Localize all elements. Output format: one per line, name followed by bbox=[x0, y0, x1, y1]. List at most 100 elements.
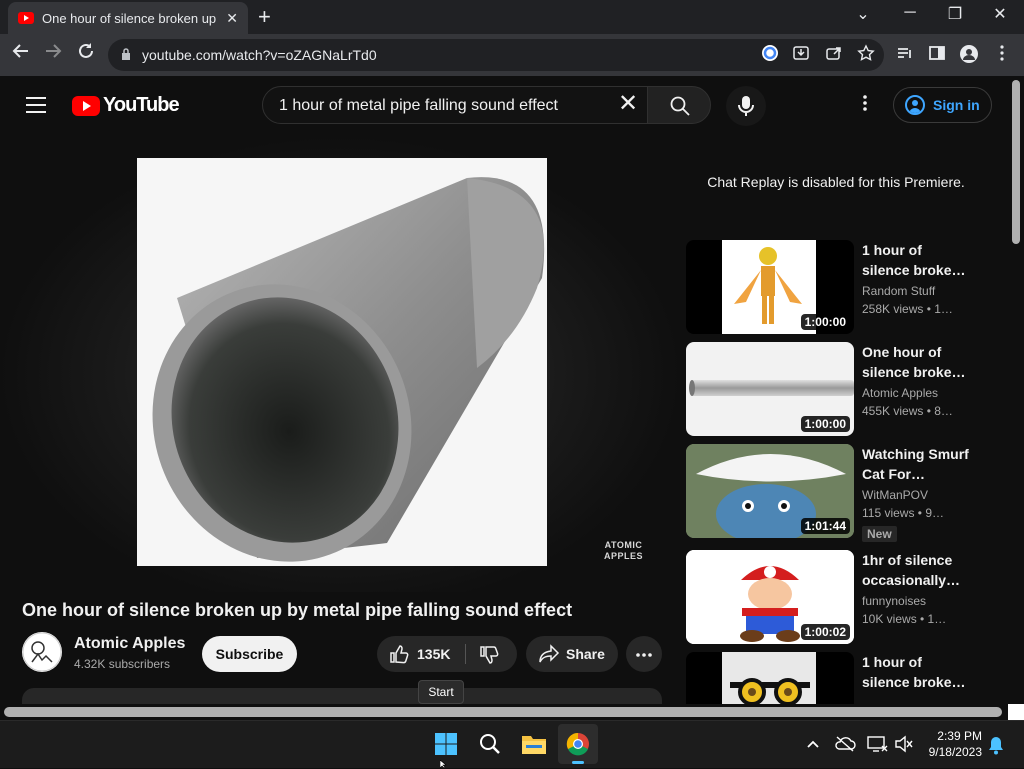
video-frame-metal-pipe[interactable] bbox=[137, 158, 547, 566]
search-query-text: 1 hour of metal pipe falling sound effec… bbox=[279, 97, 558, 114]
subscribe-button[interactable]: Subscribe bbox=[202, 636, 297, 672]
recommendation-meta: 258K views • 1… bbox=[862, 302, 953, 316]
recommendation-item[interactable]: 1 hour of silence broke… bbox=[686, 652, 986, 704]
vertical-scrollbar-thumb[interactable] bbox=[1012, 80, 1020, 244]
duration-badge: 1:00:02 bbox=[800, 624, 850, 640]
settings-more-icon[interactable] bbox=[856, 94, 874, 116]
channel-avatar[interactable] bbox=[22, 632, 62, 672]
like-divider bbox=[465, 644, 466, 664]
recommendation-channel[interactable]: Random Stuff bbox=[862, 284, 935, 298]
duration-badge: 1:01:44 bbox=[800, 518, 850, 534]
share-button[interactable]: Share bbox=[526, 636, 618, 672]
recommendation-channel[interactable]: WitManPOV bbox=[862, 488, 928, 502]
more-horizontal-icon bbox=[636, 653, 652, 657]
channel-watermark[interactable]: ATOMIC APPLES bbox=[604, 540, 643, 562]
taskbar-search-button[interactable] bbox=[470, 724, 510, 764]
recommendation-title[interactable]: 1hr of silence occasionally… bbox=[862, 550, 972, 590]
google-icon[interactable] bbox=[759, 44, 781, 66]
network-icon[interactable] bbox=[866, 734, 888, 754]
volume-muted-icon[interactable] bbox=[894, 735, 914, 753]
lock-icon[interactable] bbox=[121, 48, 131, 60]
share-label: Share bbox=[566, 646, 605, 662]
subscriber-count: 4.32K subscribers bbox=[74, 657, 171, 671]
duration-badge: 1:00:00 bbox=[800, 416, 850, 432]
duration-badge: 1:00:00 bbox=[800, 314, 850, 330]
voice-search-button[interactable] bbox=[726, 86, 766, 126]
hamburger-menu-icon[interactable] bbox=[26, 97, 46, 113]
notification-bell-icon[interactable] bbox=[987, 735, 1005, 755]
side-panel-icon[interactable] bbox=[926, 44, 948, 66]
recommendation-thumbnail[interactable]: 1:01:44 bbox=[686, 444, 854, 538]
tab-search-button[interactable]: ⌄ bbox=[848, 4, 878, 24]
recommendation-item[interactable]: 1:00:00 One hour of silence broke… Atomi… bbox=[686, 342, 986, 436]
clear-search-icon[interactable]: ✕ bbox=[618, 92, 638, 116]
sign-in-label: Sign in bbox=[933, 97, 980, 113]
recommendation-channel[interactable]: Atomic Apples bbox=[862, 386, 938, 400]
windows-start-button[interactable] bbox=[426, 724, 466, 764]
reload-icon[interactable] bbox=[73, 42, 99, 65]
recommendation-title[interactable]: 1 hour of silence broke… bbox=[862, 652, 972, 692]
search-icon bbox=[670, 96, 690, 116]
recommendation-title[interactable]: 1 hour of silence broke… bbox=[862, 240, 972, 280]
chat-replay-notice: Chat Replay is disabled for this Premier… bbox=[707, 174, 965, 190]
file-explorer-button[interactable] bbox=[514, 724, 554, 764]
recommendation-title[interactable]: Watching Smurf Cat For… bbox=[862, 444, 972, 484]
youtube-favicon-icon bbox=[18, 12, 34, 24]
windows-logo-icon bbox=[435, 733, 457, 755]
recommendation-item[interactable]: 1:00:02 1hr of silence occasionally… fun… bbox=[686, 550, 986, 644]
back-icon[interactable] bbox=[8, 42, 34, 65]
recommendation-thumbnail[interactable] bbox=[686, 652, 854, 704]
recommendation-thumbnail[interactable]: 1:00:02 bbox=[686, 550, 854, 644]
chrome-taskbar-button[interactable] bbox=[558, 724, 598, 764]
watermark-line-1: ATOMIC bbox=[604, 540, 643, 550]
like-dislike-group: 135K bbox=[377, 636, 517, 672]
search-button[interactable] bbox=[647, 86, 711, 124]
active-app-indicator bbox=[572, 761, 584, 764]
show-hidden-icons-chevron-icon[interactable] bbox=[804, 735, 822, 753]
channel-name[interactable]: Atomic Apples bbox=[74, 635, 185, 653]
start-tooltip: Start bbox=[418, 680, 464, 704]
watermark-line-2: APPLES bbox=[604, 551, 644, 561]
onedrive-offline-icon[interactable] bbox=[834, 735, 856, 753]
account-icon bbox=[905, 95, 925, 115]
sign-in-button[interactable]: Sign in bbox=[893, 87, 992, 123]
youtube-logo[interactable]: YouTube bbox=[72, 94, 180, 117]
new-tab-button[interactable]: + bbox=[258, 4, 271, 30]
recommendation-channel[interactable]: funnynoises bbox=[862, 594, 926, 608]
minimize-button[interactable]: ─ bbox=[895, 4, 925, 22]
tab-close-button[interactable]: ✕ bbox=[226, 10, 238, 27]
recommendation-thumbnail[interactable]: 1:00:00 bbox=[686, 342, 854, 436]
install-icon[interactable] bbox=[790, 44, 812, 66]
description-box[interactable] bbox=[22, 688, 662, 704]
recommendation-item[interactable]: 1:01:44 Watching Smurf Cat For… WitManPO… bbox=[686, 444, 986, 542]
bookmark-star-icon[interactable] bbox=[855, 44, 877, 66]
more-actions-button[interactable] bbox=[626, 636, 662, 672]
forward-icon[interactable] bbox=[40, 42, 66, 65]
recommendation-meta: 10K views • 1… bbox=[862, 612, 947, 626]
video-title: One hour of silence broken up by metal p… bbox=[22, 600, 573, 620]
media-queue-icon[interactable] bbox=[894, 44, 916, 66]
share-arrow-icon bbox=[539, 644, 560, 663]
youtube-wordmark: YouTube bbox=[103, 94, 180, 116]
horizontal-scrollbar-thumb[interactable] bbox=[4, 707, 1002, 717]
recommendation-item[interactable]: 1:00:00 1 hour of silence broke… Random … bbox=[686, 240, 986, 334]
thumbs-down-icon[interactable] bbox=[479, 645, 499, 665]
search-icon bbox=[480, 734, 500, 754]
taskbar-clock[interactable]: 2:39 PM 9/18/2023 bbox=[922, 728, 982, 760]
browser-tab-active[interactable]: One hour of silence broken up by metal p… bbox=[8, 2, 248, 34]
window-close-button[interactable]: ✕ bbox=[985, 4, 1015, 24]
search-input[interactable]: 1 hour of metal pipe falling sound effec… bbox=[262, 86, 648, 124]
like-count[interactable]: 135K bbox=[417, 646, 450, 662]
mouse-cursor-icon bbox=[440, 760, 447, 768]
tab-title: One hour of silence broken up by metal p… bbox=[42, 10, 218, 26]
youtube-play-icon bbox=[72, 95, 100, 116]
clock-date: 9/18/2023 bbox=[928, 745, 982, 759]
recommendation-title[interactable]: One hour of silence broke… bbox=[862, 342, 972, 382]
browser-menu-icon[interactable] bbox=[991, 44, 1013, 66]
recommendation-thumbnail[interactable]: 1:00:00 bbox=[686, 240, 854, 334]
microphone-icon bbox=[738, 96, 754, 116]
profile-icon[interactable] bbox=[958, 44, 980, 66]
thumbs-up-icon[interactable] bbox=[389, 644, 409, 664]
restore-button[interactable]: ❐ bbox=[940, 4, 970, 24]
share-page-icon[interactable] bbox=[823, 44, 845, 66]
